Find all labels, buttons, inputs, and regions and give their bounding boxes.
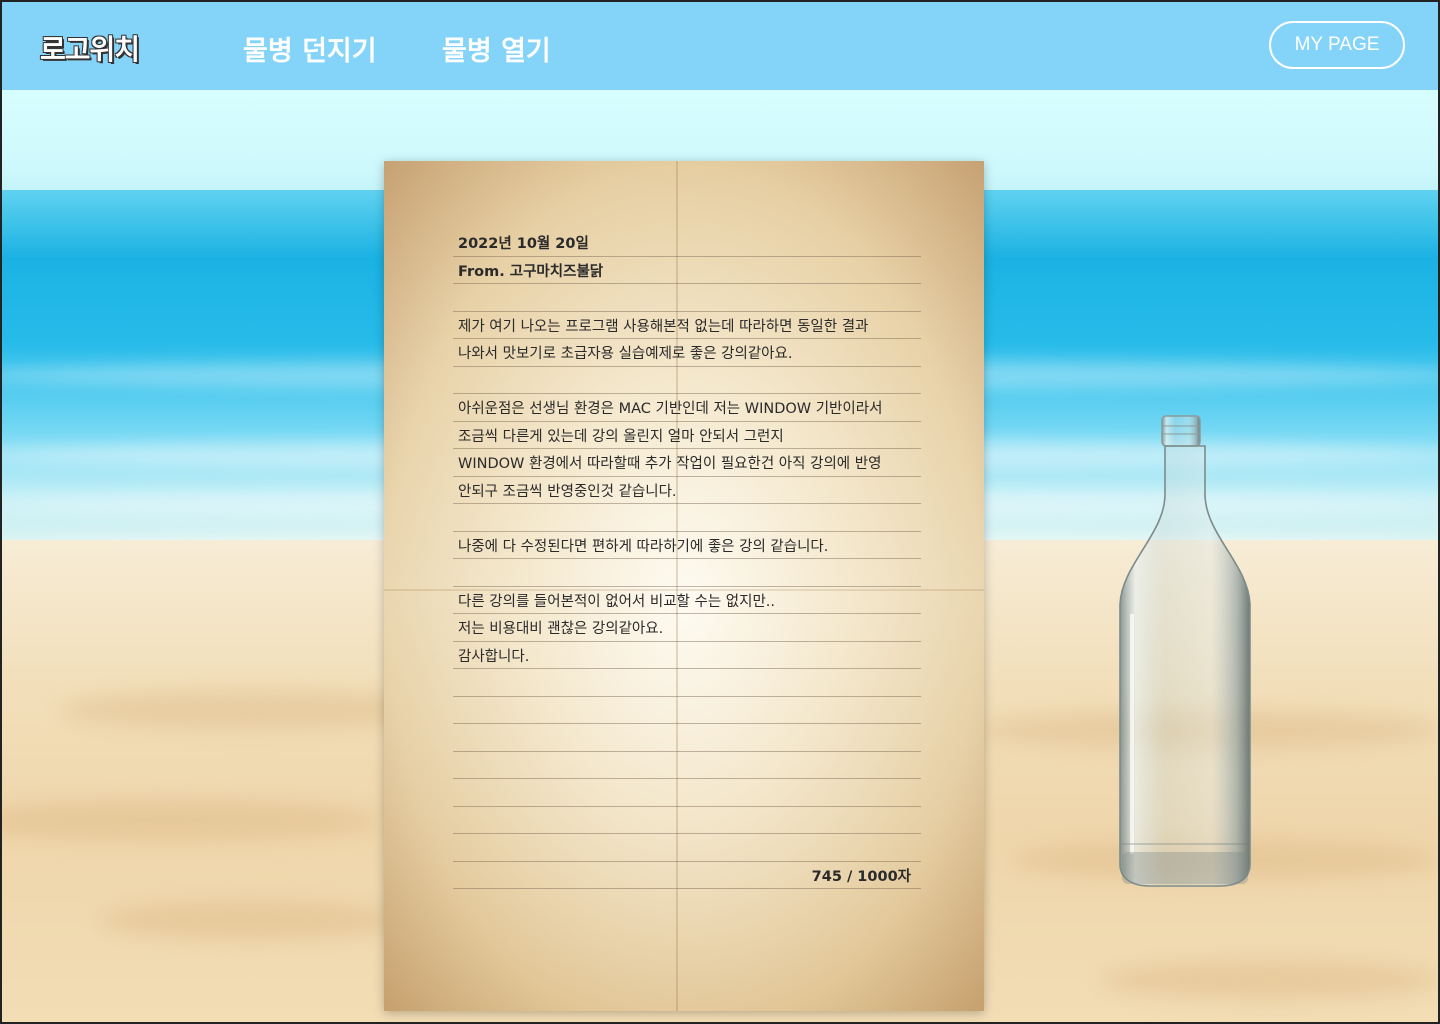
top-navbar: 로고위치 물병 던지기 물병 열기 MY PAGE bbox=[0, 0, 1440, 90]
letter-line: 안되구 조금씩 반영중인것 같습니다. bbox=[453, 477, 921, 504]
letter-line: 나와서 맛보기로 초급자용 실습예제로 좋은 강의같아요. bbox=[453, 339, 921, 367]
nav-throw-bottle[interactable]: 물병 던지기 bbox=[243, 29, 377, 68]
letter-paper: 2022년 10월 20일 From. 고구마치즈불닭 제가 여기 나오는 프로… bbox=[384, 161, 984, 1011]
letter-lines[interactable]: 2022년 10월 20일 From. 고구마치즈불닭 제가 여기 나오는 프로… bbox=[453, 229, 921, 889]
glass-bottle-icon[interactable] bbox=[1110, 414, 1260, 889]
mypage-button[interactable]: MY PAGE bbox=[1269, 21, 1405, 69]
letter-line bbox=[453, 367, 921, 394]
letter-date: 2022년 10월 20일 bbox=[453, 229, 921, 257]
nav-open-bottle[interactable]: 물병 열기 bbox=[442, 29, 551, 68]
letter-line bbox=[453, 697, 921, 724]
letter-from: From. 고구마치즈불닭 bbox=[453, 257, 921, 284]
logo[interactable]: 로고위치 bbox=[40, 28, 140, 68]
letter-line: 저는 비용대비 괜찮은 강의같아요. bbox=[453, 614, 921, 642]
letter-line: 제가 여기 나오는 프로그램 사용해본적 없는데 따라하면 동일한 결과 bbox=[453, 312, 921, 339]
letter-line bbox=[453, 724, 921, 752]
letter-line: 조금씩 다른게 있는데 강의 올린지 얼마 안되서 그런지 bbox=[453, 422, 921, 449]
char-counter: 745 / 1000자 bbox=[453, 862, 921, 889]
letter-line bbox=[453, 284, 921, 312]
letter-line bbox=[453, 834, 921, 862]
letter-line bbox=[453, 559, 921, 587]
letter-line bbox=[453, 752, 921, 779]
letter-line: 감사합니다. bbox=[453, 642, 921, 669]
letter-line bbox=[453, 504, 921, 532]
letter-line: 다른 강의를 들어본적이 없어서 비교할 수는 없지만.. bbox=[453, 587, 921, 614]
letter-line: WINDOW 환경에서 따라할때 추가 작업이 필요한건 아직 강의에 반영 bbox=[453, 449, 921, 477]
letter-line bbox=[453, 779, 921, 807]
letter-line: 아쉬운점은 선생님 환경은 MAC 기반인데 저는 WINDOW 기반이라서 bbox=[453, 394, 921, 422]
letter-line: 나중에 다 수정된다면 편하게 따라하기에 좋은 강의 같습니다. bbox=[453, 532, 921, 559]
letter-line bbox=[453, 807, 921, 834]
letter-line bbox=[453, 669, 921, 697]
